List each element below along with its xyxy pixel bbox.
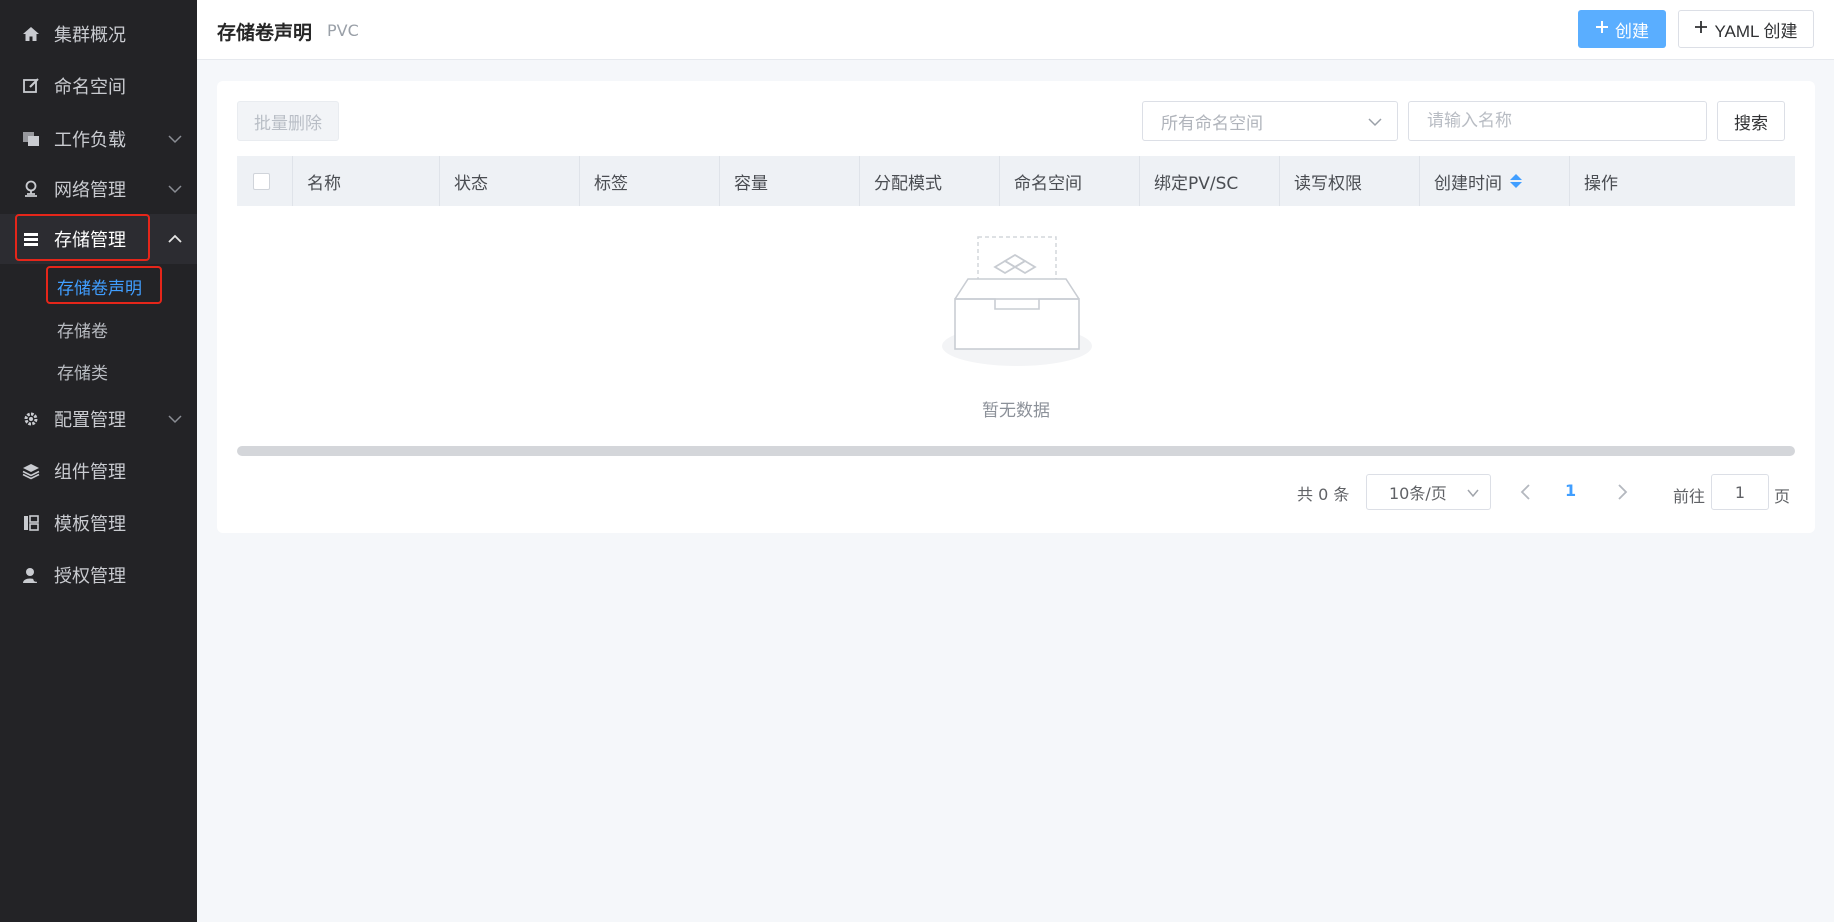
pagination-total: 共 0 条 [1297,485,1350,504]
column-header-created-time[interactable]: 创建时间 [1419,156,1569,206]
sidebar-subitem-label: 存储卷 [57,321,108,342]
goto-label: 前往 [1673,487,1706,506]
column-header-bound-pv-sc[interactable]: 绑定PV/SC [1139,156,1279,206]
sidebar-subitem-storageclass[interactable]: 存储类 [0,350,197,392]
page-number-current[interactable]: 1 [1565,481,1576,500]
sidebar-item-network[interactable]: 网络管理 [0,164,197,214]
column-header-labels[interactable]: 标签 [579,156,719,206]
chevron-down-icon [167,181,183,197]
empty-box-icon [937,231,1097,371]
name-search-input[interactable] [1408,101,1707,141]
search-button[interactable]: 搜索 [1717,101,1785,141]
network-icon [20,178,42,200]
batch-delete-button[interactable]: 批量删除 [237,101,339,141]
sidebar-item-label: 网络管理 [54,180,126,201]
chevron-down-icon [1367,114,1383,130]
template-icon [20,512,42,534]
sidebar-item-label: 授权管理 [54,566,126,587]
sidebar-item-cluster-overview[interactable]: 集群概况 [0,9,197,59]
sidebar-item-label: 命名空间 [54,77,126,98]
sidebar-item-label: 模板管理 [54,514,126,535]
sidebar: 集群概况 命名空间 工作负载 网络管理 存储管理 存储卷声明 存储卷 存储类 配… [0,0,197,922]
sidebar-item-config[interactable]: 配置管理 [0,394,197,444]
column-header-capacity[interactable]: 容量 [719,156,859,206]
edit-icon [20,75,42,97]
stack-icon [20,460,42,482]
column-header-actions: 操作 [1569,156,1795,206]
chevron-down-icon [167,131,183,147]
main-card: 批量删除 所有命名空间 搜索 名称 状态 标签 容量 分配模式 命名空间 绑定P… [217,81,1815,533]
sidebar-item-label: 配置管理 [54,410,126,431]
select-all-cell [237,156,292,206]
table-header: 名称 状态 标签 容量 分配模式 命名空间 绑定PV/SC 读写权限 创建时间 … [237,156,1795,206]
create-button[interactable]: 创建 [1578,10,1666,48]
sidebar-item-components[interactable]: 组件管理 [0,446,197,496]
horizontal-scrollbar[interactable] [237,446,1795,456]
page-subtitle: PVC [327,21,359,40]
home-icon [20,23,42,45]
page-header: 存储卷声明 PVC 创建 YAML 创建 [197,0,1834,60]
page-title: 存储卷声明 [217,22,313,44]
prev-page-icon[interactable] [1519,483,1533,501]
sidebar-item-templates[interactable]: 模板管理 [0,498,197,548]
yaml-create-button[interactable]: YAML 创建 [1678,10,1814,48]
sidebar-item-label: 工作负载 [54,130,126,151]
chevron-down-icon [167,411,183,427]
gear-icon [20,408,42,430]
page-size-value: 10条/页 [1389,484,1447,503]
sidebar-item-label: 组件管理 [54,462,126,483]
create-button-label: 创建 [1615,21,1649,41]
layers-icon [20,128,42,150]
empty-state-text: 暂无数据 [982,401,1050,421]
select-all-checkbox[interactable] [253,173,270,190]
column-header-created-time-label: 创建时间 [1434,173,1502,194]
sidebar-item-label: 集群概况 [54,25,126,46]
plus-icon [1595,19,1609,39]
user-key-icon [20,564,42,586]
column-header-allocation-mode[interactable]: 分配模式 [859,156,999,206]
column-header-status[interactable]: 状态 [439,156,579,206]
plus-icon [1694,19,1708,39]
sort-icon[interactable] [1510,174,1522,188]
next-page-icon[interactable] [1615,483,1629,501]
page-size-select[interactable]: 10条/页 [1366,474,1491,510]
page-suffix-label: 页 [1774,487,1791,506]
namespace-select[interactable]: 所有命名空间 [1142,101,1398,141]
sidebar-item-workload[interactable]: 工作负载 [0,114,197,164]
namespace-select-value: 所有命名空间 [1161,113,1263,134]
sidebar-item-namespace[interactable]: 命名空间 [0,61,197,111]
sidebar-subitem-pv[interactable]: 存储卷 [0,308,197,350]
chevron-up-icon [167,231,183,247]
chevron-down-icon [1466,485,1480,499]
pvc-highlight-box [46,266,162,304]
column-header-name[interactable]: 名称 [292,156,439,206]
yaml-create-button-label: YAML 创建 [1714,21,1798,41]
column-header-access-mode[interactable]: 读写权限 [1279,156,1419,206]
sidebar-item-authorization[interactable]: 授权管理 [0,550,197,600]
sidebar-subitem-label: 存储类 [57,363,108,384]
column-header-namespace[interactable]: 命名空间 [999,156,1139,206]
goto-page-input[interactable] [1711,474,1769,510]
storage-highlight-box [15,214,150,261]
